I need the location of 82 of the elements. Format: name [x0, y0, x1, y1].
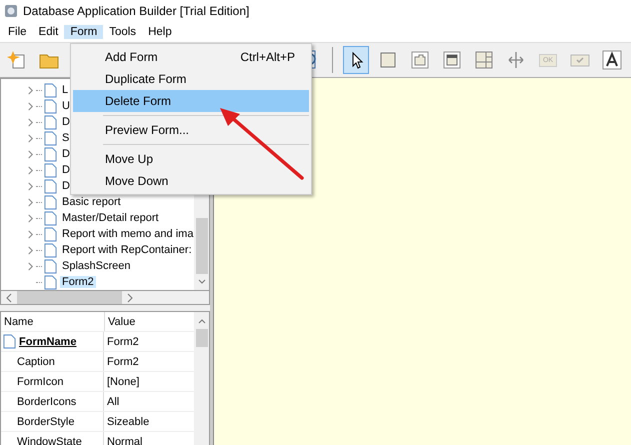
chevron-right-icon[interactable] — [27, 134, 34, 142]
chevron-right-icon[interactable] — [27, 166, 34, 174]
page-icon — [44, 210, 57, 226]
scroll-left-icon[interactable] — [5, 292, 13, 302]
property-name: WindowState — [16, 436, 82, 445]
tree-item[interactable]: U — [60, 100, 72, 112]
scroll-thumb[interactable] — [196, 218, 208, 274]
menu-item[interactable]: File — [2, 25, 33, 39]
page-icon — [44, 178, 57, 194]
page-icon — [44, 98, 57, 114]
chevron-right-icon[interactable] — [27, 198, 34, 206]
menu-item[interactable]: Edit — [32, 25, 64, 39]
page-icon — [44, 146, 57, 162]
tree-item[interactable]: D — [60, 164, 72, 176]
tab-sheet-icon — [410, 50, 430, 70]
chevron-right-icon[interactable] — [27, 230, 34, 238]
menu-item[interactable]: Move Down — [73, 170, 309, 192]
column-header: Value — [107, 314, 136, 330]
chevron-right-icon[interactable] — [27, 118, 34, 126]
menu-item[interactable]: Delete Form — [73, 90, 309, 112]
page-icon — [44, 114, 57, 130]
menu-item[interactable]: Move Up — [73, 148, 309, 170]
splitter-icon — [506, 50, 526, 70]
property-name: BorderStyle — [16, 416, 74, 428]
tree-item[interactable]: Basic report — [60, 196, 123, 208]
horizontal-scrollbar[interactable] — [0, 291, 210, 305]
property-name: BorderIcons — [16, 396, 76, 408]
page-icon — [44, 258, 57, 274]
grid-icon — [474, 50, 494, 70]
sparkle-icon — [7, 50, 27, 70]
text-label-icon — [602, 50, 622, 70]
tree-item[interactable]: Report with RepContainer: — [60, 244, 194, 256]
scroll-down-icon[interactable] — [196, 278, 206, 286]
menu-item[interactable]: Help — [142, 25, 178, 39]
page-icon — [44, 226, 57, 242]
window-title: Database Application Builder [Trial Edition] — [23, 4, 250, 18]
tree-item[interactable]: Master/Detail report — [60, 212, 161, 224]
tree-item[interactable]: D — [60, 180, 72, 192]
app-icon — [4, 4, 18, 18]
page-icon — [44, 242, 57, 258]
page-icon — [44, 162, 57, 178]
menu-item[interactable]: Duplicate Form — [73, 68, 309, 90]
tree-item[interactable]: L — [60, 84, 70, 96]
menu-item[interactable]: Tools — [103, 25, 142, 39]
property-name: Caption — [16, 356, 55, 368]
chevron-right-icon[interactable] — [27, 86, 34, 94]
chevron-right-icon[interactable] — [27, 214, 34, 222]
scroll-up-icon[interactable] — [196, 317, 206, 325]
tree-item[interactable]: SplashScreen — [60, 260, 132, 272]
property-value[interactable]: Normal — [104, 432, 194, 445]
tree-item[interactable]: D — [60, 148, 72, 160]
property-value[interactable]: Form2 — [104, 352, 194, 371]
property-name: FormName — [19, 336, 76, 348]
property-value[interactable]: Form2 — [104, 332, 194, 351]
page-icon — [3, 334, 16, 349]
scroll-thumb[interactable] — [196, 329, 208, 347]
menu-item[interactable]: Add Form Ctrl+Alt+P — [73, 46, 309, 68]
page-icon — [44, 130, 57, 146]
property-value[interactable]: [None] — [104, 372, 194, 391]
chevron-right-icon[interactable] — [27, 150, 34, 158]
tree-item[interactable]: Report with memo and ima — [60, 228, 194, 240]
column-header: Name — [1, 312, 105, 331]
chevron-right-icon[interactable] — [27, 246, 34, 254]
chevron-right-icon[interactable] — [27, 102, 34, 110]
window-icon — [442, 50, 462, 70]
page-icon — [44, 82, 57, 98]
toolbar-button[interactable] — [343, 46, 369, 74]
tree-item[interactable]: S — [60, 132, 72, 144]
tree-item[interactable]: Form2 — [60, 276, 96, 288]
chevron-right-icon[interactable] — [27, 262, 34, 270]
menu-item[interactable]: Form — [64, 25, 104, 39]
property-value[interactable]: Sizeable — [104, 412, 194, 431]
menu-item[interactable]: Preview Form... — [73, 119, 309, 141]
tree-item[interactable]: D — [60, 116, 72, 128]
scroll-right-icon[interactable] — [126, 292, 134, 302]
scroll-thumb[interactable] — [17, 291, 122, 304]
scrollbar[interactable] — [194, 312, 209, 445]
chevron-right-icon[interactable] — [27, 182, 34, 190]
page-icon — [44, 194, 57, 210]
property-name: FormIcon — [16, 376, 64, 388]
panel-icon — [378, 50, 398, 70]
property-value[interactable]: All — [104, 392, 194, 411]
